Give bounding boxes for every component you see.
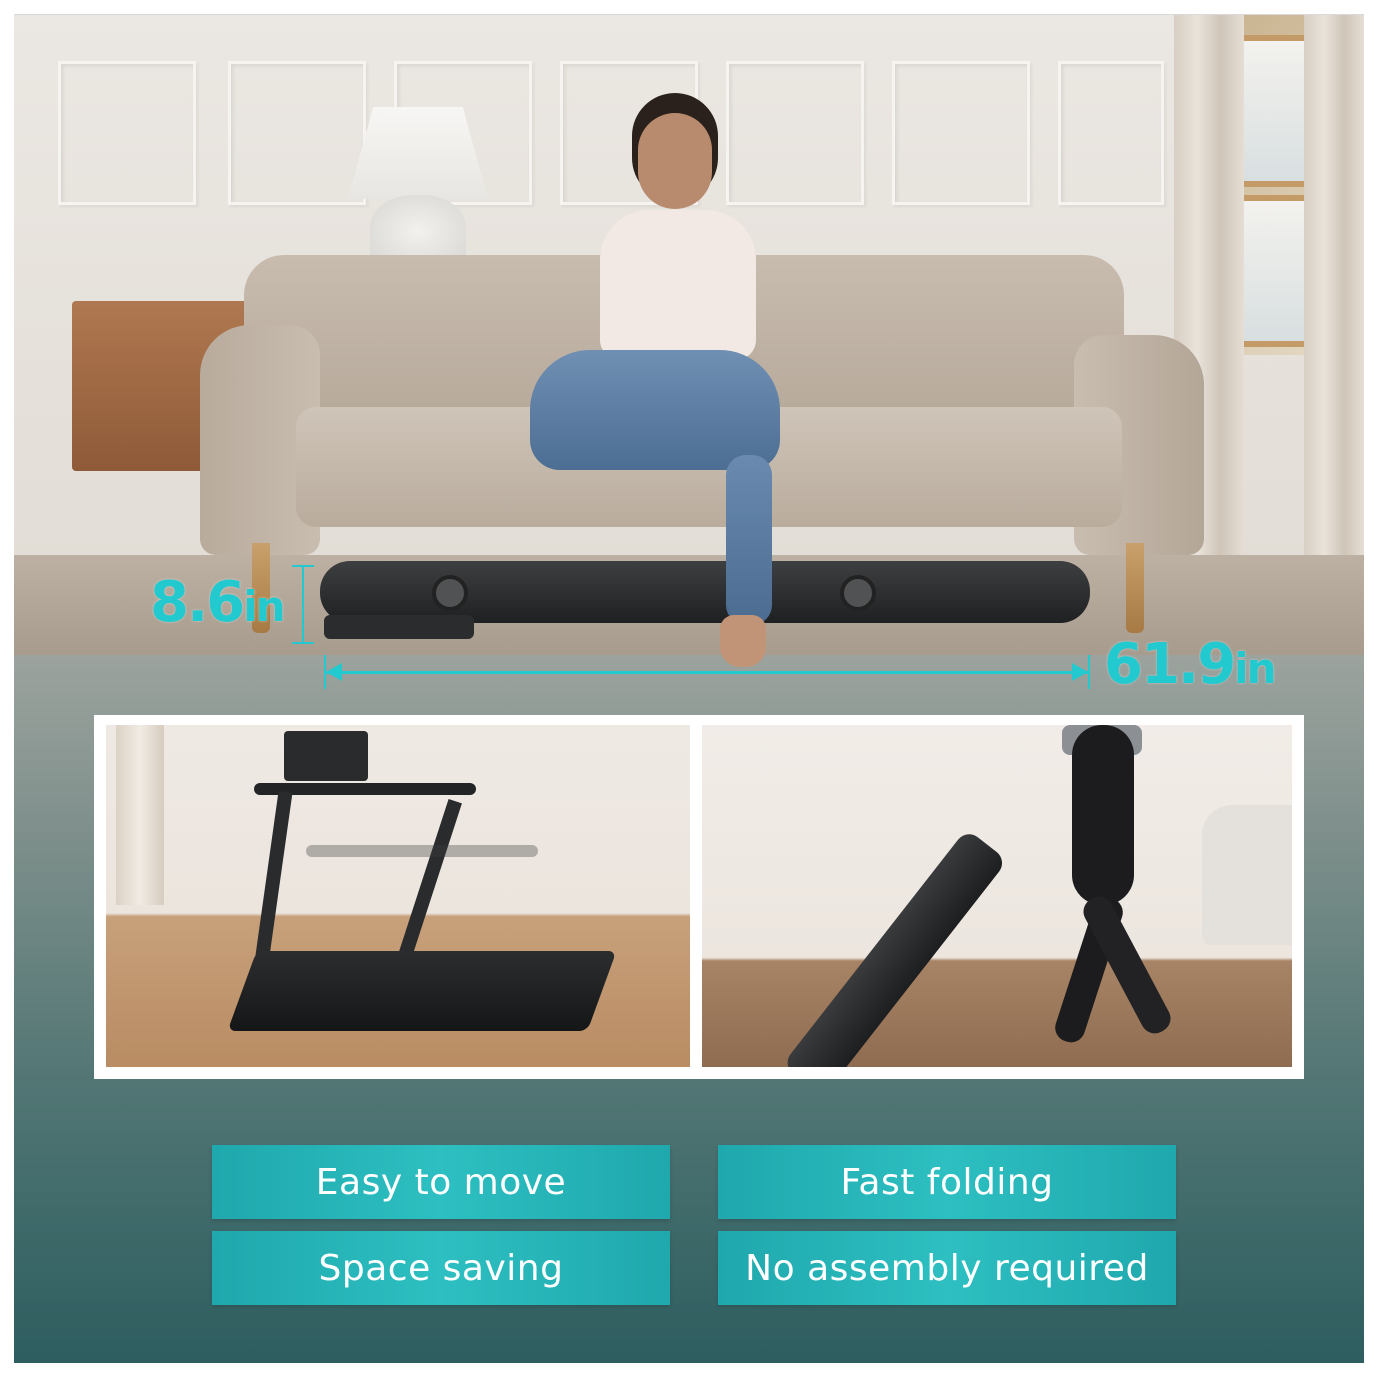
badge-label: No assembly required [745, 1247, 1149, 1289]
folded-treadmill [782, 828, 1008, 1067]
length-unit: in [1234, 644, 1276, 693]
height-dimension-line [302, 565, 304, 643]
sofa-leg [1126, 543, 1144, 633]
curtain [116, 725, 164, 905]
treadmill-deck [227, 951, 617, 1031]
wall-panel [726, 61, 864, 205]
woman-shin [726, 455, 772, 625]
badge-label: Fast folding [840, 1161, 1054, 1203]
inset-rolling-treadmill [702, 725, 1292, 1067]
woman-body [1072, 725, 1134, 905]
feature-badge-no-assembly: No assembly required [718, 1231, 1176, 1305]
length-dimension-cap [1088, 655, 1090, 689]
woman-torso [600, 210, 756, 360]
armchair [1202, 805, 1292, 945]
length-dimension-label: 61.9in [1104, 637, 1276, 693]
wall-panel [228, 61, 366, 205]
wall-panel [1058, 61, 1164, 205]
woman-foot [720, 615, 766, 667]
height-unit: in [243, 582, 285, 631]
inset-photos [94, 715, 1304, 1079]
woman-legs [530, 350, 780, 470]
treadmill-upright [253, 790, 293, 972]
curtain [1304, 15, 1364, 615]
badge-label: Space saving [318, 1247, 564, 1289]
treadmill-roller [840, 575, 876, 611]
arrow-left-icon [326, 663, 342, 681]
arrow-right-icon [1072, 663, 1088, 681]
length-dimension-line [326, 671, 1088, 674]
inset-folding-handrails [106, 725, 690, 1067]
feature-badge-easy-to-move: Easy to move [212, 1145, 670, 1219]
badge-label: Easy to move [315, 1161, 567, 1203]
height-dimension-label: 8.6in [150, 575, 286, 631]
treadmill-roller [432, 575, 468, 611]
wall-panel [892, 61, 1030, 205]
woman-head [638, 113, 712, 209]
treadmill-folding-motion [306, 845, 538, 857]
height-dimension-cap [292, 642, 314, 644]
treadmill-base [324, 615, 474, 639]
length-value: 61.9 [1104, 632, 1236, 697]
wall-panel [58, 61, 196, 205]
treadmill-console [284, 731, 368, 781]
treadmill-upright [396, 798, 462, 966]
height-dimension-cap [292, 565, 314, 567]
feature-badge-space-saving: Space saving [212, 1231, 670, 1305]
height-value: 8.6 [150, 570, 245, 635]
product-image: 8.6in 61.9in Easy to move Fast folding S… [14, 14, 1364, 1363]
feature-badge-fast-folding: Fast folding [718, 1145, 1176, 1219]
